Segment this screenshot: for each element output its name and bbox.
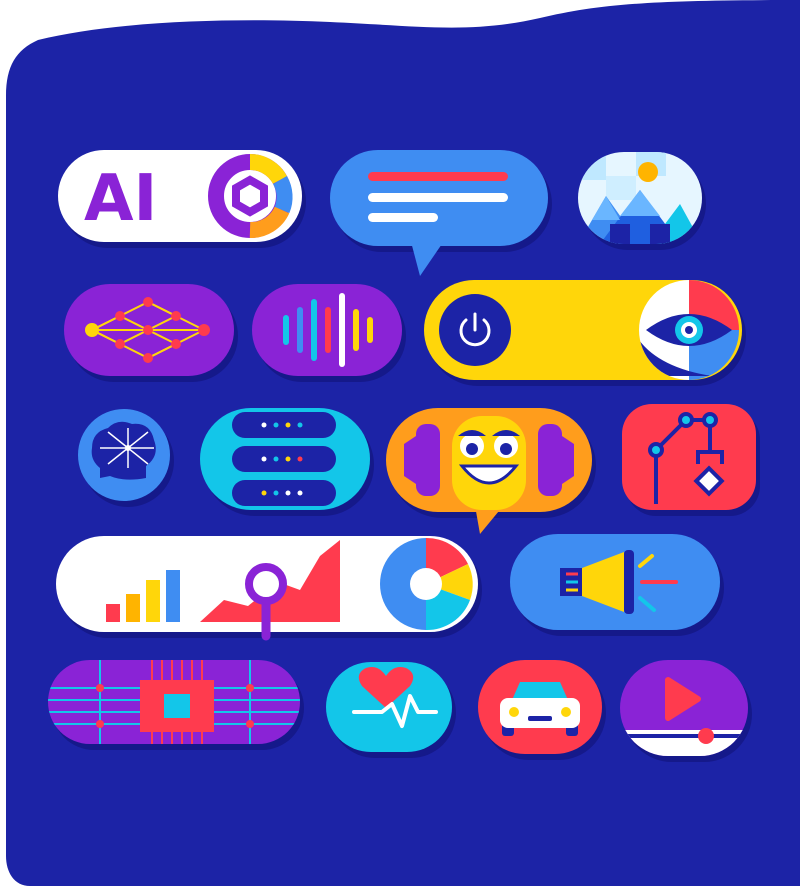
robot-face-icon bbox=[404, 416, 574, 510]
neural-network-tile bbox=[64, 284, 238, 382]
robot-arm-tile bbox=[622, 404, 760, 516]
image-tile bbox=[578, 152, 706, 250]
progress-knob bbox=[698, 728, 714, 744]
ai-badge-pill: AI bbox=[58, 150, 306, 248]
server-icon bbox=[232, 412, 336, 506]
sound-wave-tile bbox=[252, 284, 406, 382]
video-player-tile bbox=[620, 660, 752, 762]
eye-icon bbox=[639, 280, 739, 380]
power-eye-toggle bbox=[424, 280, 746, 386]
illustration: AI bbox=[6, 0, 800, 886]
car-tile bbox=[478, 660, 606, 760]
analytics-pill bbox=[56, 536, 482, 641]
circuit-chip-tile bbox=[48, 660, 304, 750]
megaphone-tile bbox=[510, 534, 724, 636]
pie-chart-icon bbox=[380, 537, 473, 631]
mountain-image-icon bbox=[578, 152, 702, 244]
server-stack-tile bbox=[200, 408, 374, 516]
ai-label: AI bbox=[84, 162, 157, 236]
chip-icon bbox=[48, 660, 300, 744]
heartbeat-tile bbox=[326, 662, 456, 758]
